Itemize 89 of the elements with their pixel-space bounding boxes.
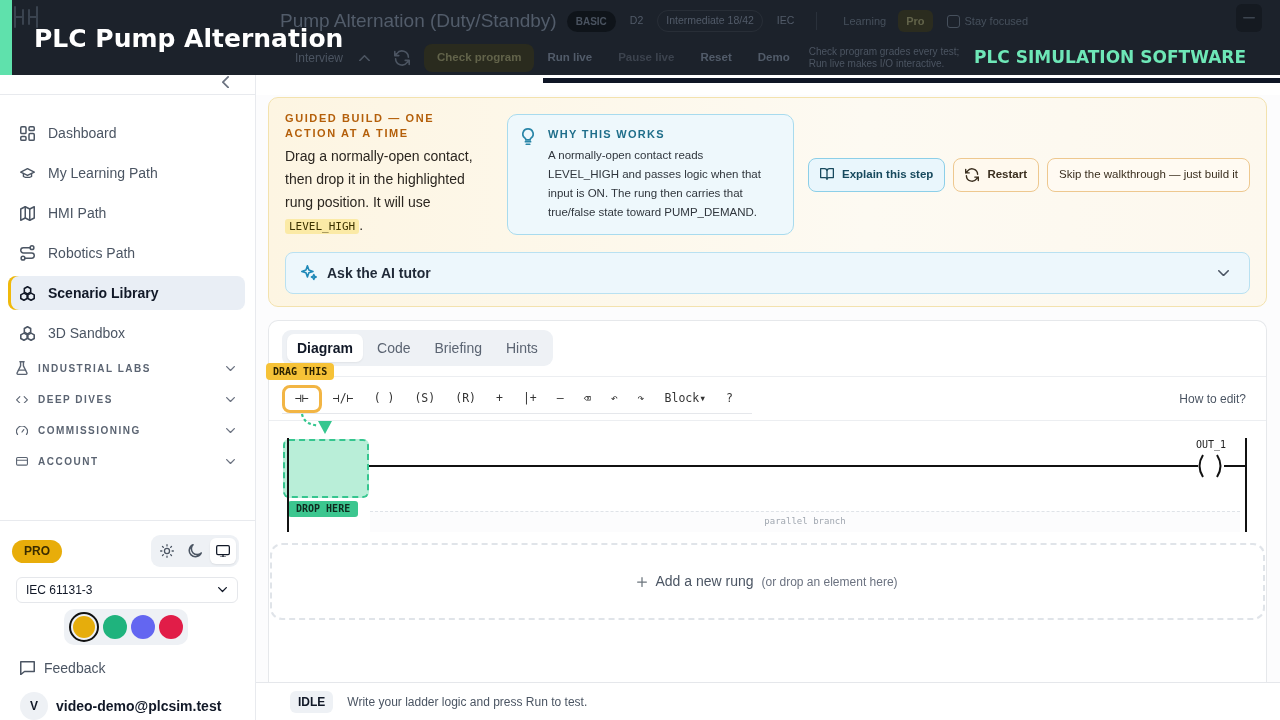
- chevron-up-icon: [359, 54, 371, 62]
- code-brackets-icon: [16, 395, 28, 404]
- scenario-tag: BASIC: [566, 10, 616, 32]
- status-badge: IDLE: [290, 690, 334, 713]
- lightbulb-icon: [522, 128, 534, 146]
- guide-button[interactable]: Restart: [953, 157, 1039, 192]
- guide-arrow: [299, 413, 333, 435]
- grid-icon: [20, 125, 35, 141]
- sparkle-icon: [301, 265, 317, 281]
- drop-hint-label: DROP HERE: [288, 501, 359, 517]
- minus-icon: [1243, 17, 1255, 19]
- collapse-sidebar-icon[interactable]: [222, 76, 229, 89]
- refresh-icon: [965, 167, 980, 182]
- tool-button[interactable]: ↷: [628, 385, 654, 413]
- drop-hint: (or drop an element here): [761, 573, 898, 591]
- tool-button[interactable]: |+: [513, 385, 546, 413]
- sidebar-section[interactable]: COMMISSIONING: [8, 415, 245, 446]
- ladder-logo-icon: [14, 5, 38, 28]
- coil-icon: [1196, 454, 1224, 478]
- guide-heading: GUIDED BUILD — ONE ACTION AT A TIME: [285, 111, 436, 141]
- tool-button[interactable]: ⌫: [574, 385, 600, 413]
- graduation-cap-icon: [20, 167, 35, 179]
- editor-tab[interactable]: Code: [367, 334, 421, 362]
- guide-button[interactable]: Explain this step: [808, 157, 946, 192]
- chevron-down-icon: [218, 587, 227, 593]
- editor-tab[interactable]: Briefing: [424, 334, 492, 362]
- sidebar-item[interactable]: Dashboard: [8, 116, 245, 150]
- tool-button[interactable]: ( ): [364, 385, 404, 413]
- theme-button[interactable]: [210, 538, 236, 564]
- user-email: video-demo@plcsim.test: [56, 696, 222, 716]
- sidebar-item[interactable]: Scenario Library: [8, 276, 245, 310]
- tool-button[interactable]: ⊣/⊢: [323, 385, 363, 413]
- sidebar-item[interactable]: 3D Sandbox: [8, 316, 245, 350]
- instruction-text: Drag a normally-open contact, then drop it in the highlighted rung position. It will use LEVEL_HIGH .: [285, 147, 474, 236]
- feedback-link[interactable]: Feedback: [12, 656, 106, 680]
- editor-tab[interactable]: Diagram: [287, 334, 364, 362]
- book-icon: [820, 168, 834, 181]
- route-icon: [20, 245, 35, 261]
- video-tagline: PLC SIMULATION SOFTWARE: [974, 47, 1246, 67]
- sidebar-section[interactable]: INDUSTRIAL LABS: [8, 353, 245, 384]
- sidebar-item[interactable]: My Learning Path: [8, 156, 245, 190]
- gauge-icon: [16, 426, 28, 435]
- ai-tutor-accordion[interactable]: Ask the AI tutor: [285, 252, 1250, 294]
- why-text: A normally-open contact reads LEVEL_HIGH and passes logic when that input is ON. The rung then carries that true/false state toward PUMP_DEMAND.: [548, 148, 762, 220]
- swatch-icon[interactable]: [102, 615, 127, 639]
- cubes-icon: [20, 285, 35, 301]
- guide-button[interactable]: Skip the walkthrough — just build it: [1047, 157, 1250, 192]
- tool-button[interactable]: +: [487, 385, 512, 413]
- branch-label: parallel branch: [764, 515, 846, 529]
- tool-button[interactable]: ?: [717, 385, 742, 413]
- tool-button[interactable]: Block▾: [655, 385, 716, 413]
- user-avatar: V: [20, 692, 48, 720]
- rung-wire: [1224, 465, 1246, 467]
- tool-button[interactable]: ↶: [601, 385, 627, 413]
- sidebar-section[interactable]: DEEP DIVES: [8, 384, 245, 415]
- standard-select[interactable]: IEC 61131-3: [16, 577, 238, 603]
- sidebar-item[interactable]: HMI Path: [8, 196, 245, 230]
- checkbox[interactable]: [946, 14, 960, 28]
- scenario-tag: IEC: [772, 13, 799, 29]
- scenario-tag: D2: [625, 13, 648, 29]
- status-message: Write your ladder logic and press Run to test.: [347, 693, 588, 711]
- plus-icon: [637, 576, 648, 587]
- drag-hint-label: DRAG THIS: [266, 363, 335, 380]
- add-rung-zone[interactable]: Add a new rung (or drop an element here): [270, 543, 1265, 620]
- sun-icon: [160, 544, 174, 558]
- help-link[interactable]: How to edit?: [1179, 390, 1246, 408]
- card-icon: [16, 457, 28, 466]
- tool-button[interactable]: (S): [405, 385, 445, 413]
- monitor-icon: [216, 544, 230, 558]
- map-icon: [20, 205, 35, 221]
- editor-tab[interactable]: Hints: [495, 334, 548, 362]
- flask-icon: [16, 361, 28, 376]
- tool-button[interactable]: –: [547, 385, 573, 413]
- why-heading: WHY THIS WORKS: [548, 127, 666, 142]
- swatch-icon[interactable]: [130, 615, 155, 639]
- coil-label: OUT_1: [1194, 439, 1228, 451]
- swatch-icon[interactable]: [68, 612, 99, 642]
- refresh-icon: [394, 50, 411, 66]
- tool-button[interactable]: (R): [446, 385, 485, 413]
- add-rung-label[interactable]: Add a new rung: [655, 571, 754, 592]
- tool-button[interactable]: ⊣⊢: [282, 385, 322, 413]
- cubes-icon: [20, 325, 35, 341]
- sidebar-section[interactable]: ACCOUNT: [8, 446, 245, 477]
- drop-zone[interactable]: [283, 439, 369, 498]
- sidebar-item[interactable]: Robotics Path: [8, 236, 245, 270]
- moon-icon: [188, 544, 202, 558]
- swatch-icon[interactable]: [158, 615, 183, 639]
- plan-badge: PRO: [12, 539, 62, 563]
- chat-icon: [20, 660, 35, 676]
